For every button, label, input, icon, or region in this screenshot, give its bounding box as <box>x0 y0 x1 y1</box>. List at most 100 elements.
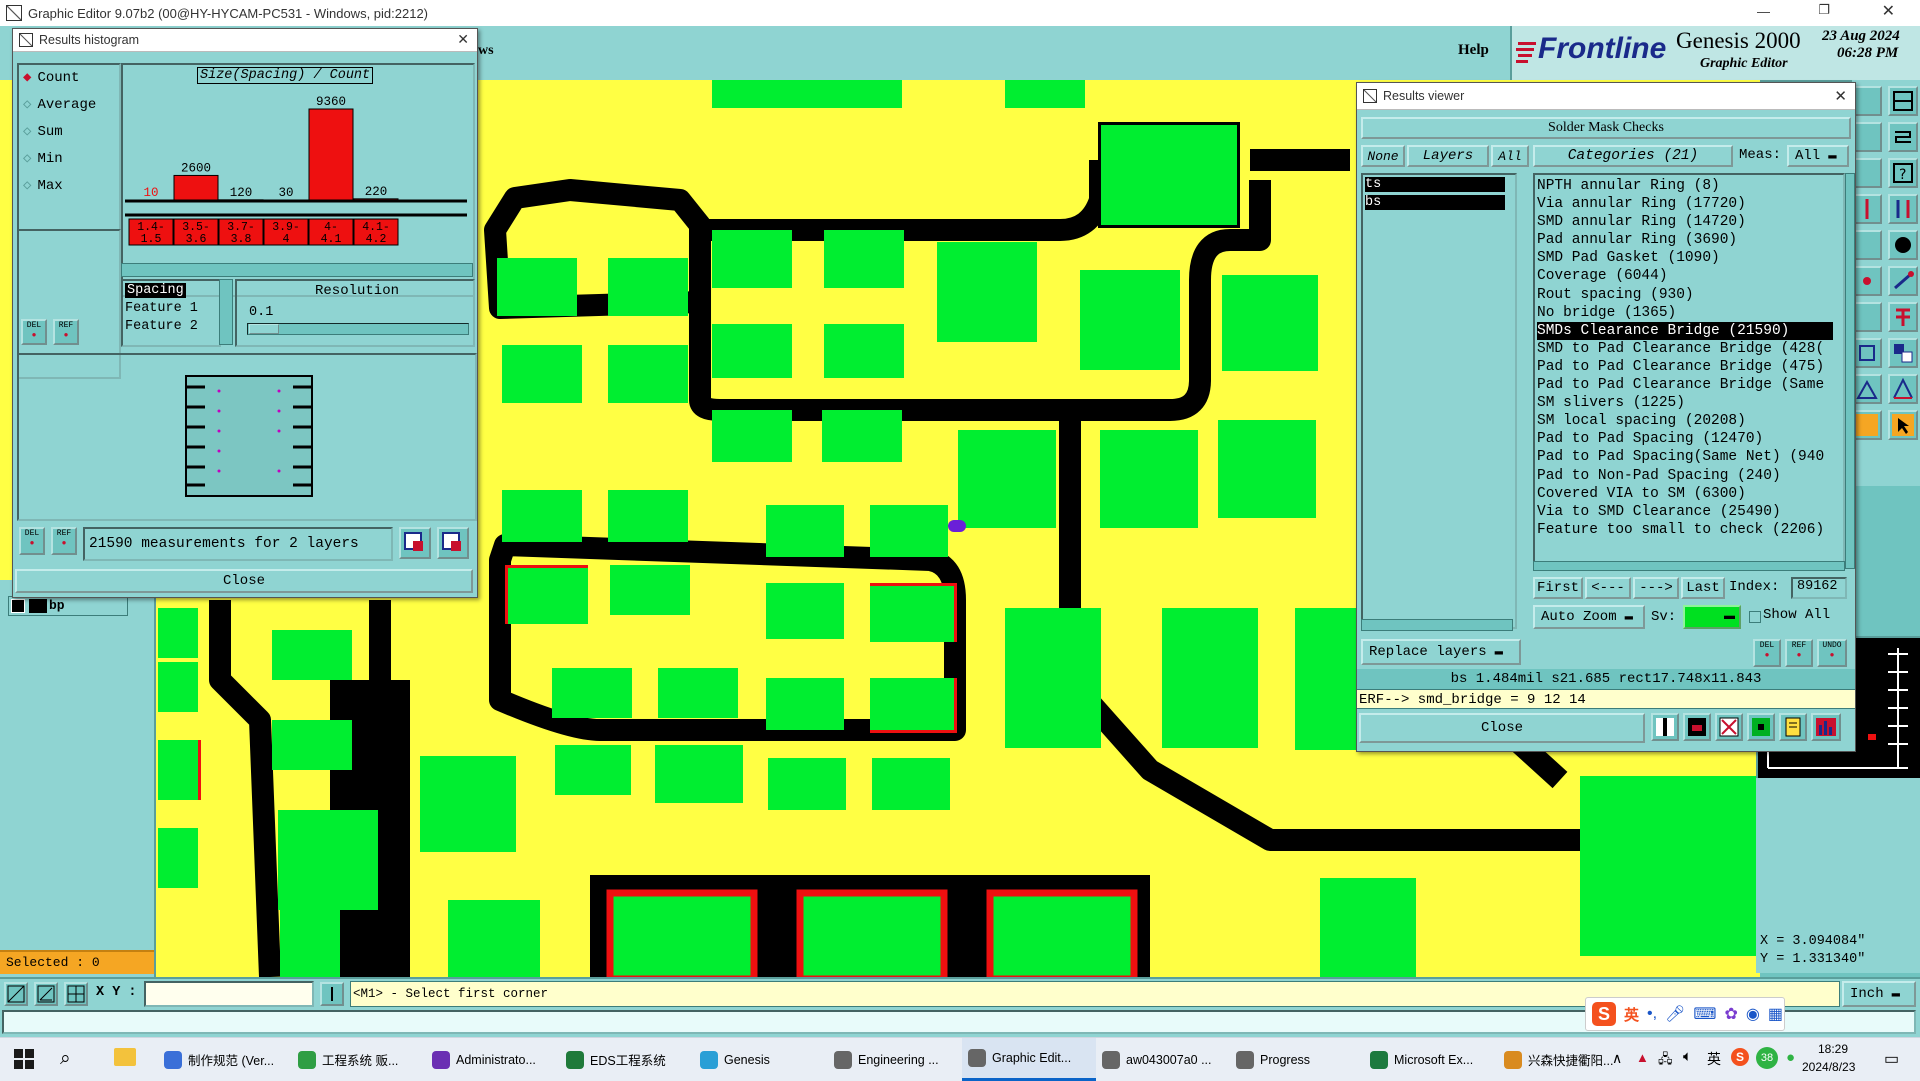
layers-all-button[interactable]: All <box>1491 145 1529 167</box>
restore-button[interactable]: ❐ <box>1818 2 1830 18</box>
last-button[interactable]: Last <box>1681 577 1725 599</box>
tool-step-icon[interactable] <box>1852 158 1882 188</box>
results-close-button[interactable]: Close <box>1359 713 1645 743</box>
taskbar-item[interactable]: Microsoft Ex... <box>1364 1038 1498 1081</box>
tool-pointer-icon[interactable] <box>1888 410 1918 440</box>
histogram-close-button[interactable]: Close <box>15 569 473 593</box>
results-undo-button[interactable]: UNDO ● <box>1817 639 1847 667</box>
category-item[interactable]: SMD annular Ring (14720) <box>1537 213 1833 231</box>
measure-list[interactable]: Spacing Feature 1 Feature 2 <box>121 279 221 347</box>
preview-ref-button[interactable]: REF ● <box>51 527 77 555</box>
measure-item-feature2[interactable]: Feature 2 <box>125 319 198 334</box>
taskbar-item[interactable]: 制作规范 (Ver... <box>158 1038 292 1081</box>
layer-list-hscroll[interactable] <box>1361 619 1513 631</box>
taskbar-item[interactable]: 工程系统 贩... <box>292 1038 426 1081</box>
ime-punct-icon[interactable]: •, <box>1647 1005 1657 1023</box>
category-hscroll[interactable] <box>1533 561 1845 571</box>
tool-copy-icon[interactable] <box>1852 338 1882 368</box>
results-del-button[interactable]: DEL ● <box>1753 639 1781 667</box>
show-all-checkbox[interactable] <box>1749 611 1761 623</box>
histogram-hscroll[interactable] <box>121 263 473 277</box>
tool-arc-icon[interactable] <box>1852 266 1882 296</box>
results-ref-button[interactable]: REF ● <box>1785 639 1813 667</box>
tool-help-icon[interactable]: ? <box>1888 158 1918 188</box>
menu-fragment[interactable]: ws <box>478 43 494 59</box>
view-highlight-icon[interactable] <box>1683 713 1711 741</box>
tool-move-icon[interactable] <box>1852 410 1882 440</box>
category-item[interactable]: Via annular Ring (17720) <box>1537 195 1833 213</box>
layer-row[interactable]: bp <box>8 596 128 616</box>
taskbar-item[interactable]: Graphic Edit... <box>962 1038 1096 1081</box>
ime-lang[interactable]: 英 <box>1624 1004 1639 1025</box>
sv-color-dropdown[interactable]: ▬ <box>1683 605 1741 629</box>
grid-icon[interactable] <box>64 982 88 1006</box>
tray-chevron-icon[interactable]: ∧ <box>1612 1050 1622 1067</box>
option-sum[interactable]: ◇ Sum <box>23 123 63 141</box>
preview-del-button[interactable]: DEL ● <box>19 527 45 555</box>
taskbar-item[interactable]: Engineering ... <box>828 1038 962 1081</box>
category-item[interactable]: SM slivers (1225) <box>1537 394 1833 412</box>
tray-wechat-icon[interactable]: ● <box>1786 1049 1795 1066</box>
category-item[interactable]: Pad annular Ring (3690) <box>1537 231 1833 249</box>
volume-icon[interactable]: 🔈︎ <box>1683 1048 1692 1065</box>
tool-route-icon[interactable] <box>1888 122 1918 152</box>
category-item[interactable]: No bridge (1365) <box>1537 304 1833 322</box>
option-max[interactable]: ◇ Max <box>23 177 63 195</box>
category-item[interactable]: Covered VIA to SM (6300) <box>1537 485 1833 503</box>
view-cross-icon[interactable] <box>1715 713 1743 741</box>
cursor-mode-icon[interactable] <box>320 982 344 1006</box>
category-item[interactable]: Pad to Pad Spacing(Same Net) (940 <box>1537 448 1833 466</box>
histogram-close-icon[interactable]: ✕ <box>457 31 469 48</box>
taskbar-item[interactable]: Progress <box>1230 1038 1364 1081</box>
histogram-bar[interactable] <box>308 108 354 202</box>
meas-dropdown[interactable]: All ▬ <box>1787 145 1849 167</box>
tool-pad-icon[interactable] <box>1852 230 1882 260</box>
view-sort-icon[interactable] <box>1651 713 1679 741</box>
tool-via-icon[interactable] <box>1888 230 1918 260</box>
category-item[interactable]: SM local spacing (20208) <box>1537 412 1833 430</box>
category-item[interactable]: Feature too small to check (2206) <box>1537 521 1833 539</box>
tool-layout-icon[interactable] <box>1888 86 1918 116</box>
category-item[interactable]: Pad to Pad Clearance Bridge (Same <box>1537 376 1833 394</box>
notifications-icon[interactable]: ▭ <box>1884 1049 1899 1069</box>
category-item[interactable]: Pad to Non-Pad Spacing (240) <box>1537 467 1833 485</box>
view-check-icon[interactable] <box>1747 713 1775 741</box>
category-item[interactable]: Pad to Pad Clearance Bridge (475) <box>1537 358 1833 376</box>
help-menu[interactable]: Help <box>1458 42 1489 59</box>
category-list[interactable]: NPTH annular Ring (8) Via annular Ring (1… <box>1533 173 1845 569</box>
unit-dropdown[interactable]: Inch ▬ <box>1842 981 1916 1007</box>
layer-checkbox[interactable] <box>11 599 25 613</box>
category-item[interactable]: NPTH annular Ring (8) <box>1537 177 1833 195</box>
tray-badge[interactable]: 38 <box>1756 1047 1778 1069</box>
layers-header-button[interactable]: Layers <box>1407 145 1489 167</box>
ime-game-icon[interactable]: ◉ <box>1746 1004 1760 1024</box>
category-item[interactable]: Via to SMD Clearance (25490) <box>1537 503 1833 521</box>
histogram-bar[interactable] <box>173 174 219 202</box>
option-count[interactable]: ◆ Count <box>23 69 79 87</box>
view-report-icon[interactable] <box>1779 713 1807 741</box>
tray-app-icon[interactable]: ▲ <box>1636 1050 1649 1065</box>
angle-icon[interactable] <box>34 982 58 1006</box>
next-button[interactable]: ---> <box>1633 577 1679 599</box>
results-close-icon[interactable]: ✕ <box>1834 87 1847 105</box>
slider-thumb[interactable] <box>249 324 279 334</box>
zoom-out-icon[interactable] <box>437 527 469 559</box>
measure-list-scroll[interactable] <box>219 279 233 345</box>
tool-line-icon[interactable] <box>1888 266 1918 296</box>
minimize-button[interactable]: — <box>1757 4 1770 19</box>
tool-select-icon[interactable] <box>1888 338 1918 368</box>
first-button[interactable]: First <box>1533 577 1583 599</box>
result-marker[interactable] <box>948 520 966 532</box>
layers-none-button[interactable]: None <box>1361 145 1405 167</box>
histogram-ref-button[interactable]: REF ● <box>53 319 79 345</box>
layer-item-bs[interactable]: bs <box>1365 195 1505 210</box>
category-item[interactable]: Rout spacing (930) <box>1537 286 1833 304</box>
layer-list[interactable]: ts bs <box>1361 173 1517 629</box>
tool-measure-icon[interactable] <box>1888 374 1918 404</box>
taskbar-item[interactable]: Genesis <box>694 1038 828 1081</box>
search-icon[interactable]: ⌕ <box>60 1048 71 1070</box>
clock-time[interactable]: 18:29 <box>1818 1042 1848 1056</box>
view-histogram-icon[interactable] <box>1811 713 1841 741</box>
tool-flip-icon[interactable] <box>1888 302 1918 332</box>
option-min[interactable]: ◇ Min <box>23 150 63 168</box>
